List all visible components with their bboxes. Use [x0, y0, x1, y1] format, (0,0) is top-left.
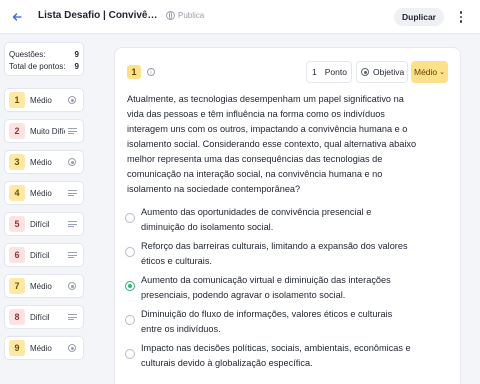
- stat-row-questions: Questões: 9: [9, 48, 79, 60]
- difficulty-label: Médio: [413, 67, 438, 77]
- difficulty-dropdown[interactable]: Médio ⌄: [411, 61, 448, 83]
- page-title: Lista Desafio | Convivência ...: [38, 10, 162, 21]
- question-difficulty: Médio: [30, 343, 52, 353]
- answer-option[interactable]: Impacto nas decisões políticas, sociais,…: [125, 341, 415, 371]
- option-radio[interactable]: [125, 213, 135, 223]
- question-number-badge: 2: [9, 123, 25, 139]
- question-number-badge: 1: [127, 65, 141, 79]
- duplicate-button[interactable]: Duplicar: [394, 8, 444, 26]
- answer-option[interactable]: Aumento das oportunidades de convivência…: [125, 205, 415, 235]
- question-difficulty: Difícil: [30, 219, 50, 229]
- sidebar-question-item[interactable]: 1 Médio: [4, 88, 84, 112]
- question-difficulty: Muito Difícil: [30, 126, 65, 136]
- lines-icon: [65, 217, 79, 231]
- question-difficulty: Difícil: [30, 312, 50, 322]
- question-number-badge: 1: [9, 92, 25, 108]
- question-card: 1 i 1 Ponto Objetiva Médio ⌄ Atualmente,…: [114, 47, 461, 384]
- sidebar-question-item[interactable]: 3 Médio: [4, 150, 84, 174]
- option-radio[interactable]: [125, 315, 135, 325]
- radio-icon: [65, 341, 79, 355]
- sidebar-question-item[interactable]: 9 Médio: [4, 336, 84, 360]
- lines-icon: [65, 310, 79, 324]
- stat-label: Total de pontos:: [9, 61, 66, 71]
- question-number-badge: 3: [9, 154, 25, 170]
- question-difficulty: Médio: [30, 188, 52, 198]
- visibility-label: Publica: [178, 11, 205, 20]
- question-number-badge: 5: [9, 216, 25, 232]
- question-type-label: Objetiva: [373, 67, 405, 77]
- visibility-indicator: Publica: [166, 11, 204, 20]
- question-number-badge: 4: [9, 185, 25, 201]
- option-radio[interactable]: [125, 247, 135, 257]
- question-number-badge: 7: [9, 278, 25, 294]
- question-difficulty: Médio: [30, 281, 52, 291]
- sidebar-question-item[interactable]: 5 Difícil: [4, 212, 84, 236]
- points-value: 1: [312, 67, 317, 77]
- radio-icon: [65, 155, 79, 169]
- back-arrow-icon[interactable]: [8, 8, 26, 26]
- question-type-selector[interactable]: Objetiva: [356, 61, 408, 83]
- sidebar-question-item[interactable]: 2 Muito Difícil: [4, 119, 84, 143]
- stat-value: 9: [74, 49, 79, 59]
- question-number-badge: 9: [9, 340, 25, 356]
- chevron-down-icon: ⌄: [439, 69, 446, 76]
- list-stats: Questões: 9 Total de pontos: 9: [4, 42, 84, 76]
- answer-option[interactable]: Diminuição do fluxo de informações, valo…: [125, 307, 415, 337]
- option-radio-selected[interactable]: [125, 281, 135, 291]
- lines-icon: [65, 186, 79, 200]
- option-text: Diminuição do fluxo de informações, valo…: [141, 309, 393, 334]
- option-text: Aumento das oportunidades de convivência…: [141, 207, 372, 232]
- option-radio[interactable]: [125, 349, 135, 359]
- sidebar-question-item[interactable]: 6 Difícil: [4, 243, 84, 267]
- radio-icon: [65, 93, 79, 107]
- sidebar-question-item[interactable]: 4 Médio: [4, 181, 84, 205]
- question-number-badge: 8: [9, 309, 25, 325]
- answer-option[interactable]: Aumento da comunicação virtual e diminui…: [125, 273, 415, 303]
- option-text: Impacto nas decisões políticas, sociais,…: [141, 343, 411, 368]
- question-difficulty: Médio: [30, 95, 52, 105]
- info-icon[interactable]: i: [147, 68, 155, 76]
- sidebar-question-item[interactable]: 8 Difícil: [4, 305, 84, 329]
- option-text: Reforço das barreiras culturais, limitan…: [141, 241, 408, 266]
- lines-icon: [65, 124, 79, 138]
- question-difficulty: Médio: [30, 157, 52, 167]
- globe-icon: [166, 11, 175, 20]
- question-text: Atualmente, as tecnologias desempenham u…: [127, 94, 417, 194]
- stat-value: 9: [74, 61, 79, 71]
- option-text: Aumento da comunicação virtual e diminui…: [141, 275, 391, 300]
- radio-icon: [65, 279, 79, 293]
- stat-row-total-points: Total de pontos: 9: [9, 60, 79, 72]
- question-number-badge: 6: [9, 247, 25, 263]
- points-label: Ponto: [324, 67, 347, 77]
- answer-option[interactable]: Reforço das barreiras culturais, limitan…: [125, 239, 415, 269]
- stat-label: Questões:: [9, 49, 46, 59]
- question-difficulty: Difícil: [30, 250, 50, 260]
- points-field[interactable]: 1 Ponto: [306, 61, 352, 83]
- more-options-icon[interactable]: [455, 9, 467, 25]
- radio-icon: [361, 68, 369, 76]
- lines-icon: [65, 248, 79, 262]
- top-bar: Lista Desafio | Convivência ... Publica …: [0, 0, 480, 34]
- sidebar-question-item[interactable]: 7 Médio: [4, 274, 84, 298]
